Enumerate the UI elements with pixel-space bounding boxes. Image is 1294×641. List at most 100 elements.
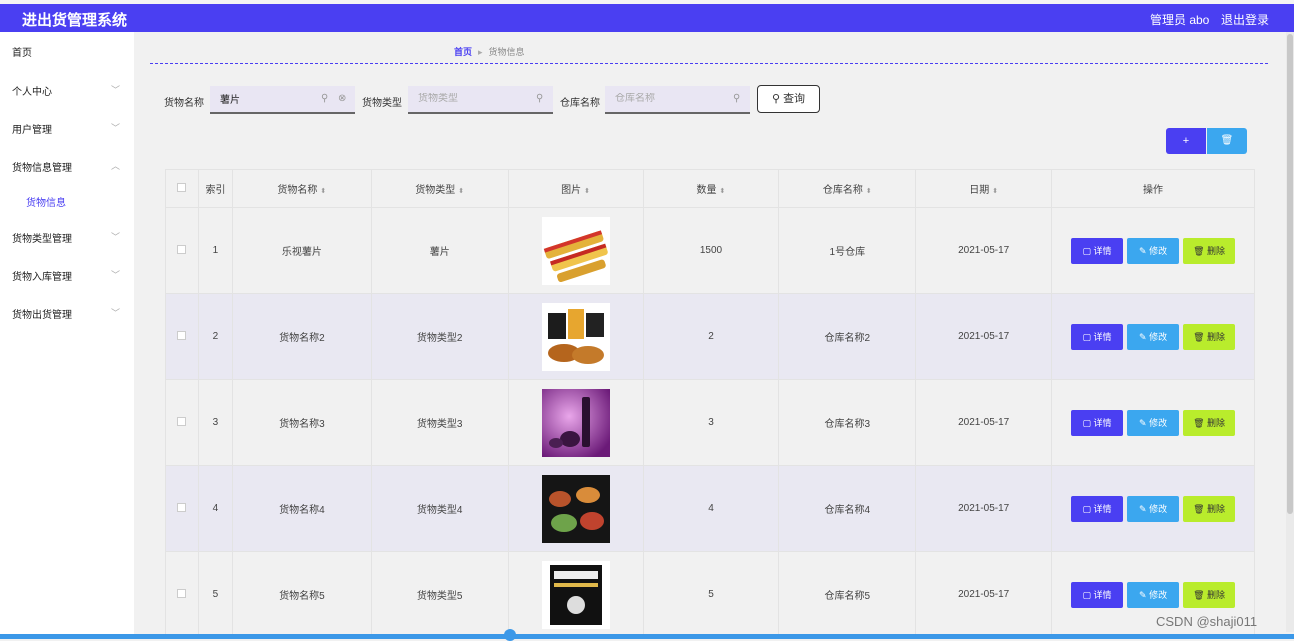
- delete-button[interactable]: 🗑 删除: [1183, 237, 1236, 264]
- type-input[interactable]: [418, 93, 513, 104]
- name-input[interactable]: [220, 93, 315, 104]
- pencil-icon: ✎: [1139, 589, 1150, 600]
- pencil-icon: ✎: [1139, 245, 1150, 256]
- col-image[interactable]: 图片 ⬍: [507, 169, 644, 208]
- index-cell: 3: [197, 379, 233, 466]
- sidebar-item-profile[interactable]: 个人中心 ﹀: [12, 83, 122, 98]
- sidebar-item-users[interactable]: 用户管理 ﹀: [12, 121, 122, 136]
- sort-icon: ⬍: [865, 188, 872, 195]
- edit-button[interactable]: ✎ 修改: [1127, 409, 1180, 436]
- row-checkbox[interactable]: [177, 588, 187, 598]
- detail-label: 详情: [1093, 417, 1112, 428]
- document-icon: ▢: [1082, 503, 1094, 514]
- sidebar-item-goods-info[interactable]: 货物信息管理 ︿: [12, 159, 122, 174]
- select-all-cell: [165, 169, 199, 208]
- select-all-checkbox[interactable]: [177, 182, 187, 192]
- search-icon: ⚲: [733, 93, 741, 104]
- logout-link[interactable]: 退出登录: [1221, 11, 1269, 28]
- sort-icon: ⬍: [458, 188, 465, 195]
- search-icon: ⚲: [771, 93, 784, 105]
- detail-button[interactable]: ▢ 详情: [1071, 581, 1124, 608]
- warehouse-input[interactable]: [615, 93, 710, 104]
- col-qty[interactable]: 数量 ⬍: [642, 169, 780, 208]
- chevron-down-icon: ﹀: [110, 270, 120, 280]
- edit-button[interactable]: ✎ 修改: [1127, 495, 1180, 522]
- clear-icon[interactable]: ⊗: [338, 93, 346, 104]
- delete-button[interactable]: 🗑 删除: [1183, 323, 1236, 350]
- trash-icon: 🗑: [1193, 503, 1207, 514]
- type-cell: 薯片: [370, 207, 509, 294]
- page-scrollbar[interactable]: [1286, 32, 1294, 632]
- edit-button[interactable]: ✎ 修改: [1127, 237, 1180, 264]
- row-select-cell: [165, 551, 199, 638]
- delete-label: 删除: [1207, 417, 1226, 428]
- row-select-cell: [165, 293, 199, 380]
- detail-label: 详情: [1093, 503, 1112, 514]
- sidebar-item-goods-type[interactable]: 货物类型管理 ﹀: [12, 230, 122, 245]
- trash-icon: 🗑: [1220, 135, 1234, 146]
- warehouse-field: ⚲: [605, 86, 750, 114]
- sidebar-subitem-goods[interactable]: 货物信息: [26, 194, 66, 209]
- col-name[interactable]: 货物名称 ⬍: [231, 169, 372, 208]
- breadcrumb-home[interactable]: 首页: [454, 47, 472, 57]
- name-cell: 货物名称3: [231, 379, 372, 466]
- sidebar-item-inbound[interactable]: 货物入库管理 ﹀: [12, 268, 122, 283]
- delete-button[interactable]: 🗑 删除: [1183, 495, 1236, 522]
- row-checkbox[interactable]: [177, 416, 187, 426]
- image-cell: [507, 379, 644, 466]
- edit-button[interactable]: ✎ 修改: [1127, 323, 1180, 350]
- col-label: 图片: [561, 185, 582, 196]
- warehouse-label: 仓库名称: [560, 98, 600, 109]
- image-cell: [507, 551, 644, 638]
- goods-thumbnail: [541, 388, 610, 457]
- main-content: 首页 ▸ 货物信息 货物名称 ⚲ ⊗ 货物类型 ⚲ 仓库名称 ⚲ ⚲ 查询 + 🗑 …: [150, 32, 1270, 639]
- progress-handle[interactable]: [504, 629, 516, 641]
- row-checkbox[interactable]: [177, 502, 187, 512]
- col-label: 货物名称: [277, 185, 318, 196]
- goods-thumbnail: [541, 216, 610, 285]
- edit-label: 修改: [1149, 417, 1168, 428]
- search-icon: ⚲: [536, 93, 544, 104]
- row-select-cell: [165, 379, 199, 466]
- sidebar-item-label: 个人中心: [12, 87, 52, 98]
- sidebar-item-label: 货物信息管理: [12, 163, 72, 174]
- date-cell: 2021-05-17: [915, 207, 1053, 294]
- batch-delete-button[interactable]: 🗑: [1207, 128, 1247, 154]
- qty-cell: 4: [642, 465, 780, 552]
- type-label: 货物类型: [362, 98, 402, 109]
- detail-label: 详情: [1093, 245, 1112, 256]
- query-button[interactable]: ⚲ 查询: [757, 85, 820, 113]
- row-checkbox[interactable]: [177, 244, 187, 254]
- sort-icon: ⬍: [320, 188, 327, 195]
- detail-button[interactable]: ▢ 详情: [1071, 409, 1124, 436]
- detail-button[interactable]: ▢ 详情: [1071, 495, 1124, 522]
- delete-button[interactable]: 🗑 删除: [1183, 409, 1236, 436]
- sidebar: 首页 个人中心 ﹀ 用户管理 ﹀ 货物信息管理 ︿ 货物信息 货物类型管理 ﹀ 货物入库…: [0, 32, 134, 639]
- actions-cell: ▢ 详情 ✎ 修改 🗑 删除: [1051, 379, 1255, 466]
- detail-label: 详情: [1093, 331, 1112, 342]
- index-cell: 1: [197, 207, 233, 294]
- sidebar-item-label: 用户管理: [12, 125, 52, 136]
- qty-cell: 2: [642, 293, 780, 380]
- row-checkbox[interactable]: [177, 330, 187, 340]
- add-button[interactable]: +: [1166, 128, 1206, 154]
- edit-button[interactable]: ✎ 修改: [1127, 581, 1180, 608]
- col-type[interactable]: 货物类型 ⬍: [370, 169, 509, 208]
- col-index: 索引: [197, 169, 233, 208]
- pencil-icon: ✎: [1139, 503, 1150, 514]
- date-cell: 2021-05-17: [915, 379, 1053, 466]
- goods-thumbnail: [541, 474, 610, 543]
- sidebar-item-home[interactable]: 首页: [12, 44, 122, 59]
- detail-button[interactable]: ▢ 详情: [1071, 237, 1124, 264]
- col-date[interactable]: 日期 ⬍: [915, 169, 1053, 208]
- sidebar-item-outbound[interactable]: 货物出货管理 ﹀: [12, 306, 122, 321]
- name-label: 货物名称: [164, 98, 204, 109]
- image-cell: [507, 465, 644, 552]
- col-warehouse[interactable]: 仓库名称 ⬍: [778, 169, 917, 208]
- date-cell: 2021-05-17: [915, 293, 1053, 380]
- delete-button[interactable]: 🗑 删除: [1183, 581, 1236, 608]
- scrollbar-thumb[interactable]: [1287, 34, 1293, 514]
- qty-cell: 1500: [642, 207, 780, 294]
- warehouse-cell: 仓库名称3: [778, 379, 917, 466]
- detail-button[interactable]: ▢ 详情: [1071, 323, 1124, 350]
